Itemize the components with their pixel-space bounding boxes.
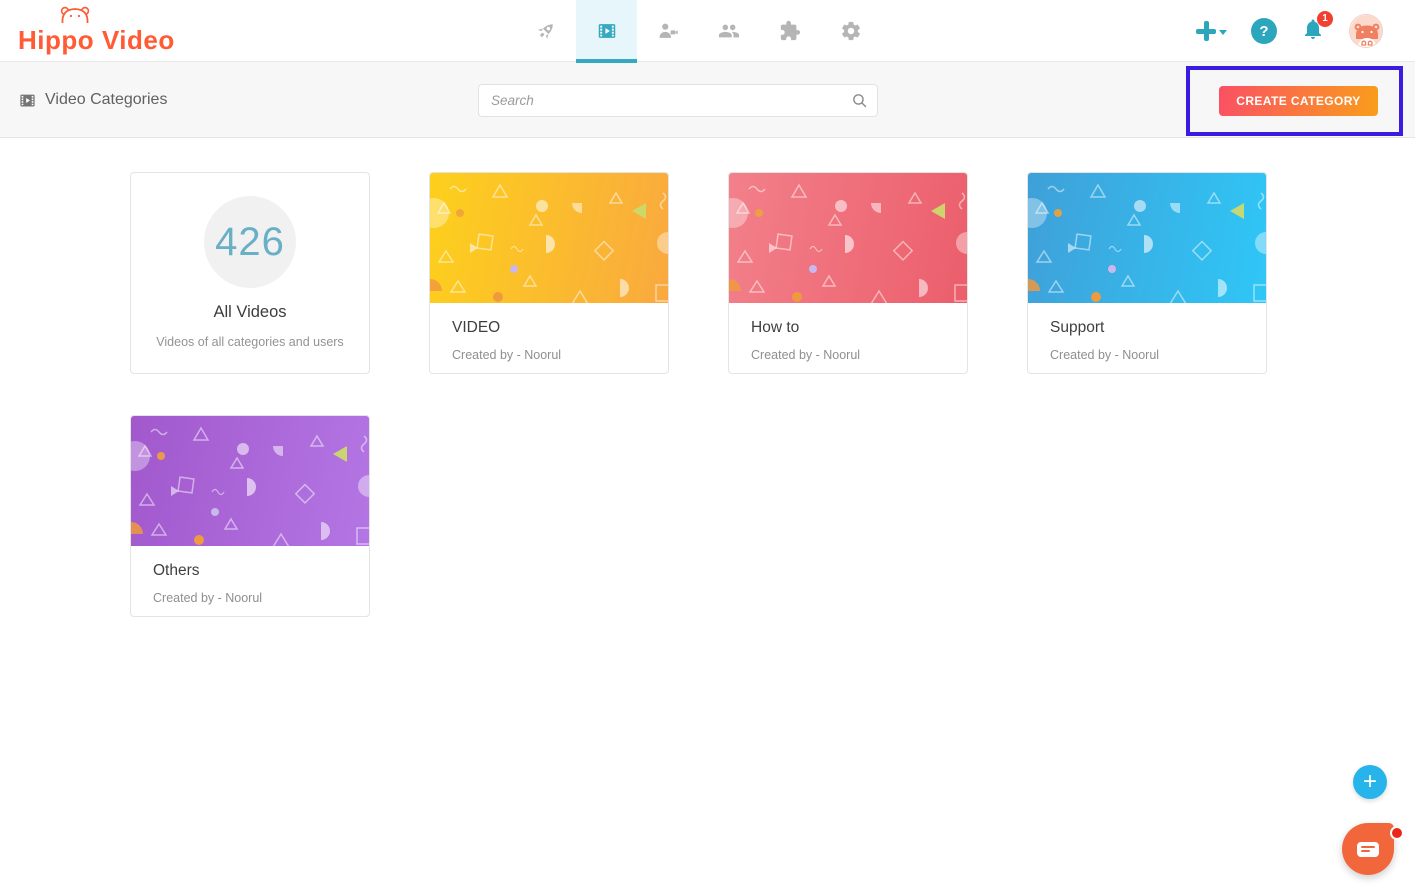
category-banner xyxy=(729,173,967,303)
nav-tab-launch[interactable] xyxy=(515,0,576,62)
create-category-button[interactable]: CREATE CATEGORY xyxy=(1219,86,1378,116)
search-icon[interactable] xyxy=(851,92,868,109)
confetti-pattern xyxy=(729,173,968,303)
notification-badge: 1 xyxy=(1317,11,1333,27)
chat-unread-dot xyxy=(1390,826,1404,840)
nav-tab-video-categories[interactable] xyxy=(576,0,637,62)
help-button[interactable]: ? xyxy=(1251,18,1277,44)
page-title-label: Video Categories xyxy=(45,91,167,109)
category-banner xyxy=(131,416,369,546)
user-avatar[interactable] xyxy=(1349,14,1383,48)
video-count-circle: 426 xyxy=(204,196,296,288)
category-banner xyxy=(1028,173,1266,303)
nav-tab-settings[interactable] xyxy=(820,0,881,62)
card-title: VIDEO xyxy=(452,319,646,337)
card-subtitle: Videos of all categories and users xyxy=(131,335,369,349)
chat-launcher-icon xyxy=(1357,842,1379,857)
page-header-bar: Video Categories CREATE CATEGORY xyxy=(0,62,1415,138)
search-box xyxy=(478,84,878,117)
category-banner xyxy=(430,173,668,303)
plus-icon xyxy=(1196,21,1216,41)
top-navigation-bar: Hippo Video xyxy=(0,0,1415,62)
category-card-how-to[interactable]: How to Created by - Noorul xyxy=(728,172,968,374)
category-card-support[interactable]: Support Created by - Noorul xyxy=(1027,172,1267,374)
teams-icon xyxy=(718,20,740,42)
card-created-by: Created by - Noorul xyxy=(1050,348,1244,362)
active-tab-underline xyxy=(576,59,637,63)
card-created-by: Created by - Noorul xyxy=(153,591,347,605)
logo-text: Hippo Video xyxy=(18,27,175,53)
hippo-video-logo[interactable]: Hippo Video xyxy=(18,0,175,62)
chevron-down-icon xyxy=(1219,30,1227,35)
card-title: All Videos xyxy=(131,303,369,322)
category-card-others[interactable]: Others Created by - Noorul xyxy=(130,415,370,617)
nav-tab-user-videos[interactable] xyxy=(637,0,698,62)
top-right-actions: ? 1 xyxy=(1196,0,1383,62)
hippo-head-doodle-icon xyxy=(57,4,93,24)
nav-tab-teams[interactable] xyxy=(698,0,759,62)
all-videos-card[interactable]: 426 All Videos Videos of all categories … xyxy=(130,172,370,374)
video-count: 426 xyxy=(215,220,285,265)
card-created-by: Created by - Noorul xyxy=(452,348,646,362)
category-cards-grid: 426 All Videos Videos of all categories … xyxy=(130,172,1267,617)
video-categories-icon xyxy=(596,20,618,42)
settings-icon xyxy=(840,20,862,42)
card-title: Support xyxy=(1050,319,1244,337)
search-input[interactable] xyxy=(478,84,878,117)
notifications-button[interactable]: 1 xyxy=(1301,17,1325,46)
confetti-pattern xyxy=(1028,173,1267,303)
card-created-by: Created by - Noorul xyxy=(751,348,945,362)
add-fab-button[interactable]: + xyxy=(1353,765,1387,799)
page-title: Video Categories xyxy=(18,62,167,138)
primary-nav-tabs xyxy=(515,0,881,62)
confetti-pattern xyxy=(430,173,669,303)
create-new-dropdown[interactable] xyxy=(1196,21,1227,41)
card-title: How to xyxy=(751,319,945,337)
category-card-video[interactable]: VIDEO Created by - Noorul xyxy=(429,172,669,374)
nav-tab-integrations[interactable] xyxy=(759,0,820,62)
confetti-pattern xyxy=(131,416,370,546)
card-title: Others xyxy=(153,562,347,580)
rocket-icon xyxy=(535,20,557,42)
hippo-avatar-icon xyxy=(1350,15,1383,48)
integrations-icon xyxy=(779,20,801,42)
chat-launcher-button[interactable] xyxy=(1342,823,1394,875)
video-categories-title-icon xyxy=(18,91,37,110)
user-video-icon xyxy=(657,20,679,42)
